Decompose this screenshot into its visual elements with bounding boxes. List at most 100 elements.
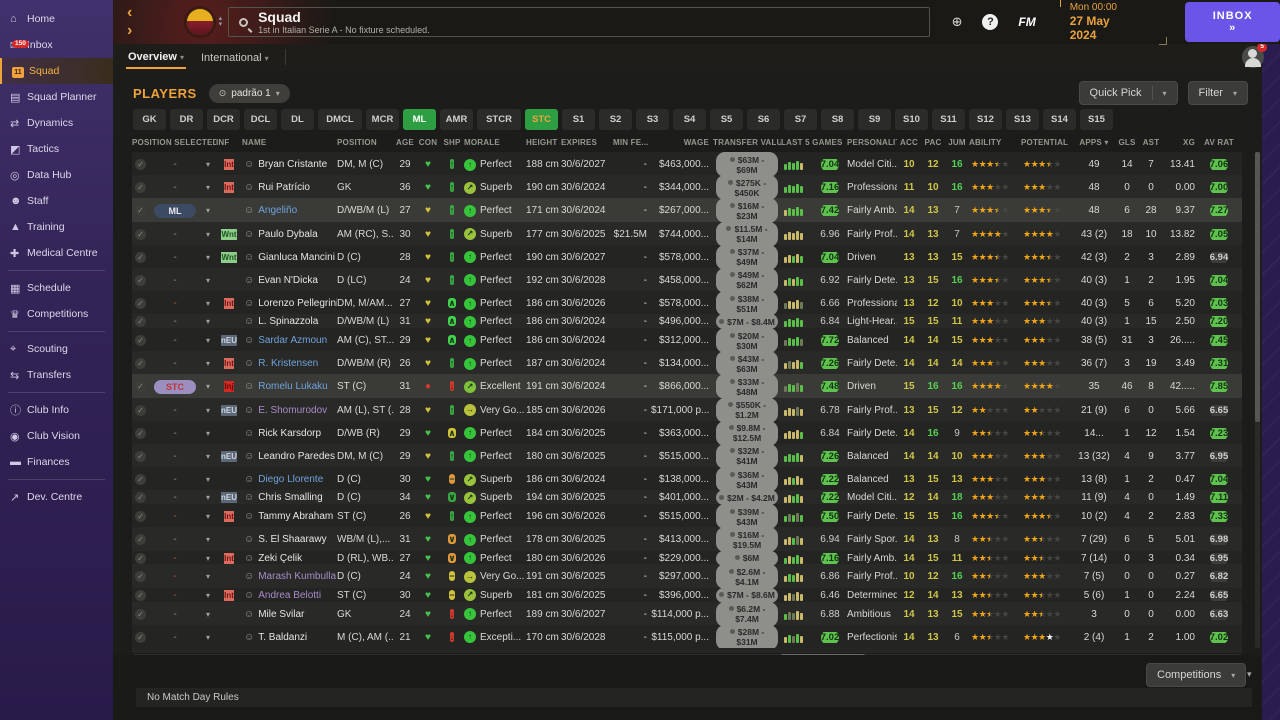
player-row[interactable]: ✓ - ▾ ☺ Diego Llorente D (C) 30 ♥ − ↗ Superb 186 cm… bbox=[132, 467, 1242, 493]
position-selected-cell[interactable]: - bbox=[150, 252, 200, 263]
row-expand-chevron-icon[interactable]: ▾ bbox=[200, 591, 216, 600]
player-row[interactable]: ✓ - ▾ ☺ L. Spinazzola D/WB/M (L) 31 ♥ ∧ ↑ Perfect 1… bbox=[132, 314, 1242, 330]
player-row[interactable]: ✓ - ▾ Wnt ☺ Gianluca Mancini D (C) 28 ♥ ↑ ↑ Perfect… bbox=[132, 244, 1242, 270]
row-expand-chevron-icon[interactable]: ▾ bbox=[200, 253, 216, 262]
sidebar-item-medical-centre[interactable]: ✚ Medical Centre bbox=[0, 240, 113, 266]
name-cell[interactable]: ☺ Angeliño bbox=[242, 205, 337, 216]
row-select-circle[interactable]: ✓ bbox=[135, 552, 146, 564]
club-switch-chevrons-icon[interactable]: ▴ ▾ bbox=[219, 15, 223, 28]
sidebar-item-schedule[interactable]: ▦ Schedule bbox=[0, 275, 113, 301]
sidebar-item-club-vision[interactable]: ◉ Club Vision bbox=[0, 423, 113, 449]
vertical-scrollbar[interactable] bbox=[1255, 152, 1260, 648]
player-row[interactable]: ✓ - ▾ ☺ S. El Shaarawy WB/M (L),... 31 ♥ ∨ ↑ Perfe… bbox=[132, 527, 1242, 553]
position-chip-ml[interactable]: ML bbox=[403, 109, 436, 130]
name-cell[interactable]: ☺ Paulo Dybala bbox=[242, 229, 337, 240]
column-header-jum[interactable]: JUM bbox=[945, 138, 969, 147]
view-preset-dropdown[interactable]: ⊙ padrão 1 ▾ bbox=[208, 83, 290, 103]
position-selected-cell[interactable]: - bbox=[150, 229, 200, 240]
row-select-circle[interactable]: ✓ bbox=[135, 404, 146, 416]
manager-avatar[interactable]: 5 bbox=[1242, 43, 1267, 68]
column-header-av-rat[interactable]: AV RAT bbox=[1199, 138, 1239, 147]
player-row[interactable]: ✓ - ▾ ☺ Evan N'Dicka D (LC) 24 ♥ ↑ ↑ Perfect 192 cm… bbox=[132, 267, 1242, 293]
sidebar-item-dev-centre[interactable]: ↗ Dev. Centre bbox=[0, 484, 113, 510]
position-chip-s15[interactable]: S15 bbox=[1080, 109, 1113, 130]
row-select-circle[interactable]: ✓ bbox=[135, 358, 146, 370]
name-cell[interactable]: ☺ R. Kristensen bbox=[242, 358, 337, 369]
row-select-circle[interactable]: ✓ bbox=[135, 534, 146, 546]
position-chip-s10[interactable]: S10 bbox=[895, 109, 928, 130]
name-cell[interactable]: ☺ L. Spinazzola bbox=[242, 316, 337, 327]
globe-icon[interactable]: ⊕ bbox=[952, 14, 963, 30]
column-header-con[interactable]: CON bbox=[416, 138, 440, 147]
column-header-height[interactable]: HEIGHT bbox=[526, 138, 561, 147]
row-select-circle[interactable]: ✓ bbox=[135, 492, 146, 504]
name-cell[interactable]: ☺ Gianluca Mancini bbox=[242, 252, 337, 263]
column-header-personality[interactable]: PERSONALITY bbox=[847, 138, 897, 147]
name-cell[interactable]: ☺ Chris Smalling bbox=[242, 492, 337, 503]
position-selected-cell[interactable]: - bbox=[150, 590, 200, 601]
row-expand-chevron-icon[interactable]: ▾ bbox=[200, 382, 216, 391]
row-expand-chevron-icon[interactable]: ▾ bbox=[200, 475, 216, 484]
player-row[interactable]: ✓ - ▾ ☺ Marash Kumbulla D (C) 24 ♥ − → Very Go... 1… bbox=[132, 564, 1242, 590]
name-cell[interactable]: ☺ S. El Shaarawy bbox=[242, 534, 337, 545]
quick-pick-button[interactable]: Quick Pick ▾ bbox=[1078, 81, 1178, 105]
position-selected-cell[interactable]: - bbox=[150, 428, 200, 439]
row-select-circle[interactable]: ✓ bbox=[135, 316, 146, 328]
player-row[interactable]: ✓ - ▾ Int ☺ R. Kristensen D/WB/M (R) 26 ♥ ↑ ↑ Perfe… bbox=[132, 351, 1242, 377]
help-icon[interactable]: ? bbox=[982, 14, 999, 30]
position-chip-s4[interactable]: S4 bbox=[673, 109, 706, 130]
position-chip-s9[interactable]: S9 bbox=[858, 109, 891, 130]
player-row[interactable]: ✓ - ▾ ☺ Mile Svilar GK 24 ♥ ↓ ↑ Perfect 189 cm 30/6/… bbox=[132, 601, 1242, 627]
position-chip-s2[interactable]: S2 bbox=[599, 109, 632, 130]
row-select-circle[interactable]: ✓ bbox=[135, 608, 146, 620]
column-header-position[interactable]: POSITION bbox=[337, 138, 394, 147]
player-row[interactable]: ✓ - ▾ Wnt ☺ Paulo Dybala AM (RC), S... 30 ♥ ↑ ↗ Sup… bbox=[132, 221, 1242, 247]
name-cell[interactable]: ☺ Andrea Belotti bbox=[242, 590, 337, 601]
column-header-ast[interactable]: AST bbox=[1139, 138, 1163, 147]
name-cell[interactable]: ☺ Tammy Abraham bbox=[242, 511, 337, 522]
row-select-circle[interactable]: ✓ bbox=[135, 251, 146, 263]
column-header-pac[interactable]: PAC bbox=[921, 138, 945, 147]
position-chip-amr[interactable]: AMR bbox=[440, 109, 473, 130]
player-row[interactable]: ✓ - ▾ Int ☺ Tammy Abraham ST (C) 26 ♥ ↑ ↑ Perfect 19… bbox=[132, 504, 1242, 530]
row-expand-chevron-icon[interactable]: ▾ bbox=[200, 572, 216, 581]
position-selected-cell[interactable]: - bbox=[150, 451, 200, 462]
row-expand-chevron-icon[interactable]: ▾ bbox=[200, 230, 216, 239]
row-expand-chevron-icon[interactable]: ▾ bbox=[200, 183, 216, 192]
player-row[interactable]: ✓ STC ▾ Inj ☺ Romelu Lukaku ST (C) 31 ● ↓ ↗ Excelle… bbox=[132, 374, 1242, 400]
position-chip-s11[interactable]: S11 bbox=[932, 109, 965, 130]
name-cell[interactable]: ☺ Mile Svilar bbox=[242, 609, 337, 620]
column-header-ability[interactable]: ABILITY bbox=[969, 138, 1021, 147]
sidebar-item-data-hub[interactable]: ◎ Data Hub bbox=[0, 162, 113, 188]
inbox-continue-button[interactable]: INBOX » bbox=[1185, 2, 1280, 42]
position-selected-cell[interactable]: - bbox=[150, 159, 200, 170]
competitions-dropdown[interactable]: Competitions ▾ bbox=[1146, 663, 1247, 687]
position-selected-cell[interactable]: - bbox=[150, 553, 200, 564]
player-row[interactable]: ✓ - ▾ Int ☺ Lorenzo Pellegrini DM, M/AM... 27 ♥ ∧… bbox=[132, 291, 1242, 317]
position-chip-s12[interactable]: S12 bbox=[969, 109, 1002, 130]
player-row[interactable]: ✓ - ▾ Int ☺ Andrea Belotti ST (C) 30 ♥ − ↗ Superb 18… bbox=[132, 587, 1242, 603]
position-chip-s8[interactable]: S8 bbox=[821, 109, 854, 130]
row-expand-chevron-icon[interactable]: ▾ bbox=[200, 452, 216, 461]
column-header-morale[interactable]: MORALE bbox=[464, 138, 526, 147]
row-select-circle[interactable]: ✓ bbox=[135, 571, 146, 583]
position-chip-s5[interactable]: S5 bbox=[710, 109, 743, 130]
column-header-age[interactable]: AGE bbox=[394, 138, 416, 147]
position-chip-stcr[interactable]: STCR bbox=[477, 109, 521, 130]
player-row[interactable]: ✓ - ▾ Int ☺ Zeki Çelik D (RL), WB... 27 ♥ ∨ ↑ Perfe… bbox=[132, 550, 1242, 566]
row-expand-chevron-icon[interactable]: ▾ bbox=[200, 610, 216, 619]
row-expand-chevron-icon[interactable]: ▾ bbox=[200, 299, 216, 308]
name-cell[interactable]: ☺ Sardar Azmoun bbox=[242, 335, 337, 346]
position-chip-dcr[interactable]: DCR bbox=[207, 109, 240, 130]
sidebar-item-scouting[interactable]: ⌖ Scouting bbox=[0, 336, 113, 362]
column-header-shp[interactable]: SHP bbox=[440, 138, 464, 147]
tab-international[interactable]: International ▾ bbox=[199, 47, 271, 68]
player-row[interactable]: ✓ - ▾ ☺ Rick Karsdorp D/WB (R) 29 ♥ ∧ ↑ Perfect 184… bbox=[132, 420, 1242, 446]
row-expand-chevron-icon[interactable]: ▾ bbox=[200, 554, 216, 563]
row-expand-chevron-icon[interactable]: ▾ bbox=[200, 276, 216, 285]
row-select-circle[interactable]: ✓ bbox=[135, 631, 146, 643]
position-chip-dr[interactable]: DR bbox=[170, 109, 203, 130]
row-select-circle[interactable]: ✓ bbox=[135, 228, 146, 240]
position-chip-s13[interactable]: S13 bbox=[1006, 109, 1039, 130]
name-cell[interactable]: ☺ E. Shomurodov bbox=[242, 405, 337, 416]
